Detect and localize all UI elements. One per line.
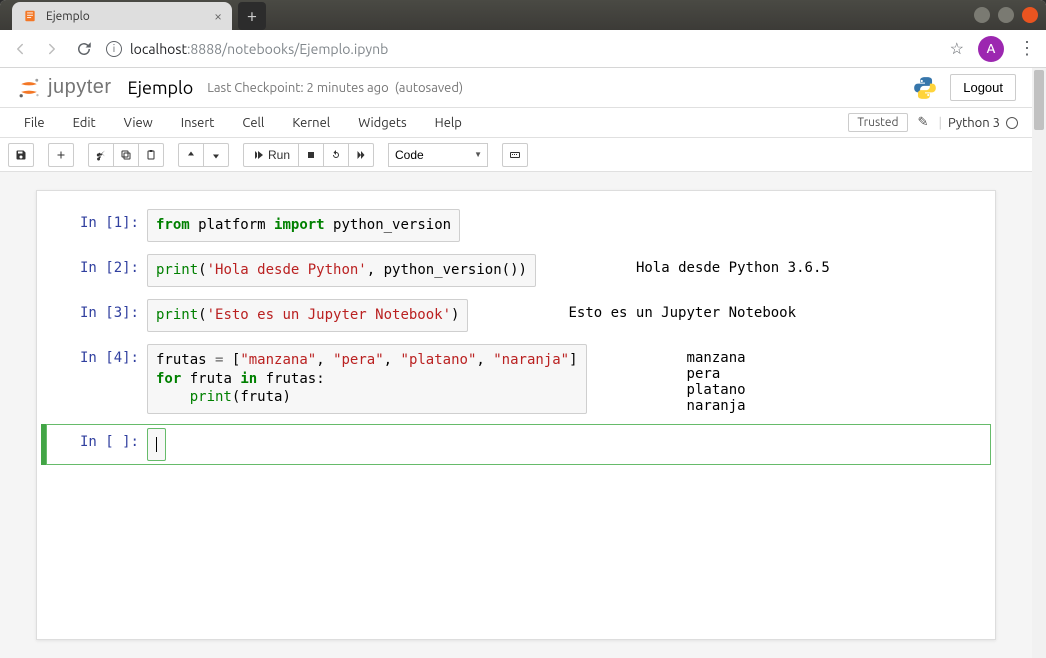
cell-output: manzana pera platano naranja xyxy=(687,344,746,416)
menu-widgets[interactable]: Widgets xyxy=(344,112,420,134)
notebook-inner: In [1]:from platform import python_versi… xyxy=(36,190,996,640)
minimize-button[interactable] xyxy=(974,7,990,23)
kernel-status-icon xyxy=(1006,117,1018,129)
browser-menu-icon[interactable]: ⋮ xyxy=(1018,38,1036,59)
maximize-button[interactable] xyxy=(998,7,1014,23)
content: jupyter Ejemplo Last Checkpoint: 2 minut… xyxy=(0,68,1046,658)
input-prompt: In [2]: xyxy=(47,254,147,287)
tab-strip: Ejemplo × + xyxy=(8,0,266,30)
url-box[interactable]: i localhost:8888/notebooks/Ejemplo.ipynb xyxy=(106,41,938,57)
addressbar: i localhost:8888/notebooks/Ejemplo.ipynb… xyxy=(0,30,1046,68)
logout-button[interactable]: Logout xyxy=(950,74,1016,101)
run-button[interactable]: Run xyxy=(243,143,299,167)
forward-button[interactable] xyxy=(42,39,62,59)
scrollbar[interactable] xyxy=(1032,68,1046,658)
bookmark-icon[interactable]: ☆ xyxy=(950,39,964,58)
command-palette-button[interactable] xyxy=(502,143,528,167)
menu-view[interactable]: View xyxy=(110,112,167,134)
tab-close-icon[interactable]: × xyxy=(214,8,222,24)
menu-cell[interactable]: Cell xyxy=(228,112,278,134)
site-info-icon[interactable]: i xyxy=(106,41,122,57)
menu-kernel[interactable]: Kernel xyxy=(278,112,344,134)
code-input[interactable] xyxy=(147,428,166,461)
browser-tab[interactable]: Ejemplo × xyxy=(12,2,232,30)
jupyter-logo-text: jupyter xyxy=(48,76,112,99)
restart-run-all-button[interactable] xyxy=(348,143,374,167)
cut-button[interactable] xyxy=(88,143,114,167)
titlebar: Ejemplo × + xyxy=(0,0,1046,30)
code-cell[interactable]: In [2]:print('Hola desde Python', python… xyxy=(41,250,991,291)
code-input[interactable]: from platform import python_version xyxy=(147,209,460,242)
input-prompt: In [ ]: xyxy=(47,428,147,461)
input-prompt: In [4]: xyxy=(47,344,147,416)
code-input[interactable]: frutas = ["manzana", "pera", "platano", … xyxy=(147,344,587,415)
menu-edit[interactable]: Edit xyxy=(59,112,110,134)
copy-button[interactable] xyxy=(113,143,139,167)
run-label: Run xyxy=(268,148,290,162)
window-controls xyxy=(974,7,1038,23)
cell-output: Esto es un Jupyter Notebook xyxy=(568,299,796,323)
menu-file[interactable]: File xyxy=(10,112,59,134)
url-text: localhost:8888/notebooks/Ejemplo.ipynb xyxy=(130,41,388,57)
jupyter-logo[interactable]: jupyter xyxy=(16,75,112,101)
tab-title: Ejemplo xyxy=(46,10,206,23)
kernel-name: Python 3 xyxy=(948,116,1000,130)
profile-avatar[interactable]: A xyxy=(978,36,1004,62)
input-prompt: In [1]: xyxy=(47,209,147,242)
code-cell[interactable]: In [3]:print('Esto es un Jupyter Noteboo… xyxy=(41,295,991,336)
scrollbar-thumb[interactable] xyxy=(1034,70,1044,130)
code-input[interactable]: print('Hola desde Python', python_versio… xyxy=(147,254,536,287)
kernel-indicator[interactable]: Python 3 xyxy=(948,116,1022,130)
reload-button[interactable] xyxy=(74,39,94,59)
new-tab-button[interactable]: + xyxy=(238,2,266,30)
paste-button[interactable] xyxy=(138,143,164,167)
input-prompt: In [3]: xyxy=(47,299,147,332)
code-cell[interactable]: In [1]:from platform import python_versi… xyxy=(41,205,991,246)
edit-metadata-icon[interactable]: ✎ xyxy=(914,115,933,130)
notebook-name[interactable]: Ejemplo xyxy=(128,78,194,98)
window: Ejemplo × + i localhost:8888/notebooks/E… xyxy=(0,0,1046,658)
toolbar: Run Code xyxy=(0,138,1032,172)
jupyter-logo-icon xyxy=(16,75,42,101)
back-button[interactable] xyxy=(10,39,30,59)
interrupt-button[interactable] xyxy=(298,143,324,167)
move-up-button[interactable] xyxy=(178,143,204,167)
code-input[interactable]: print('Esto es un Jupyter Notebook') xyxy=(147,299,468,332)
jupyter-header: jupyter Ejemplo Last Checkpoint: 2 minut… xyxy=(0,68,1032,108)
restart-button[interactable] xyxy=(323,143,349,167)
insert-cell-button[interactable] xyxy=(48,143,74,167)
code-cell[interactable]: In [4]:frutas = ["manzana", "pera", "pla… xyxy=(41,340,991,420)
cell-output: Hola desde Python 3.6.5 xyxy=(636,254,830,278)
checkpoint-text: Last Checkpoint: 2 minutes ago (autosave… xyxy=(207,81,463,95)
trusted-badge[interactable]: Trusted xyxy=(848,113,907,132)
notebook-body: In [1]:from platform import python_versi… xyxy=(0,172,1032,658)
save-button[interactable] xyxy=(8,143,34,167)
close-window-button[interactable] xyxy=(1022,7,1038,23)
menu-help[interactable]: Help xyxy=(421,112,476,134)
menubar: File Edit View Insert Cell Kernel Widget… xyxy=(0,108,1032,138)
move-down-button[interactable] xyxy=(203,143,229,167)
python-logo-icon xyxy=(912,75,938,101)
menu-insert[interactable]: Insert xyxy=(167,112,229,134)
notebook-favicon xyxy=(22,8,38,24)
cell-type-select[interactable]: Code xyxy=(388,143,488,167)
code-cell[interactable]: In [ ]: xyxy=(41,424,991,465)
